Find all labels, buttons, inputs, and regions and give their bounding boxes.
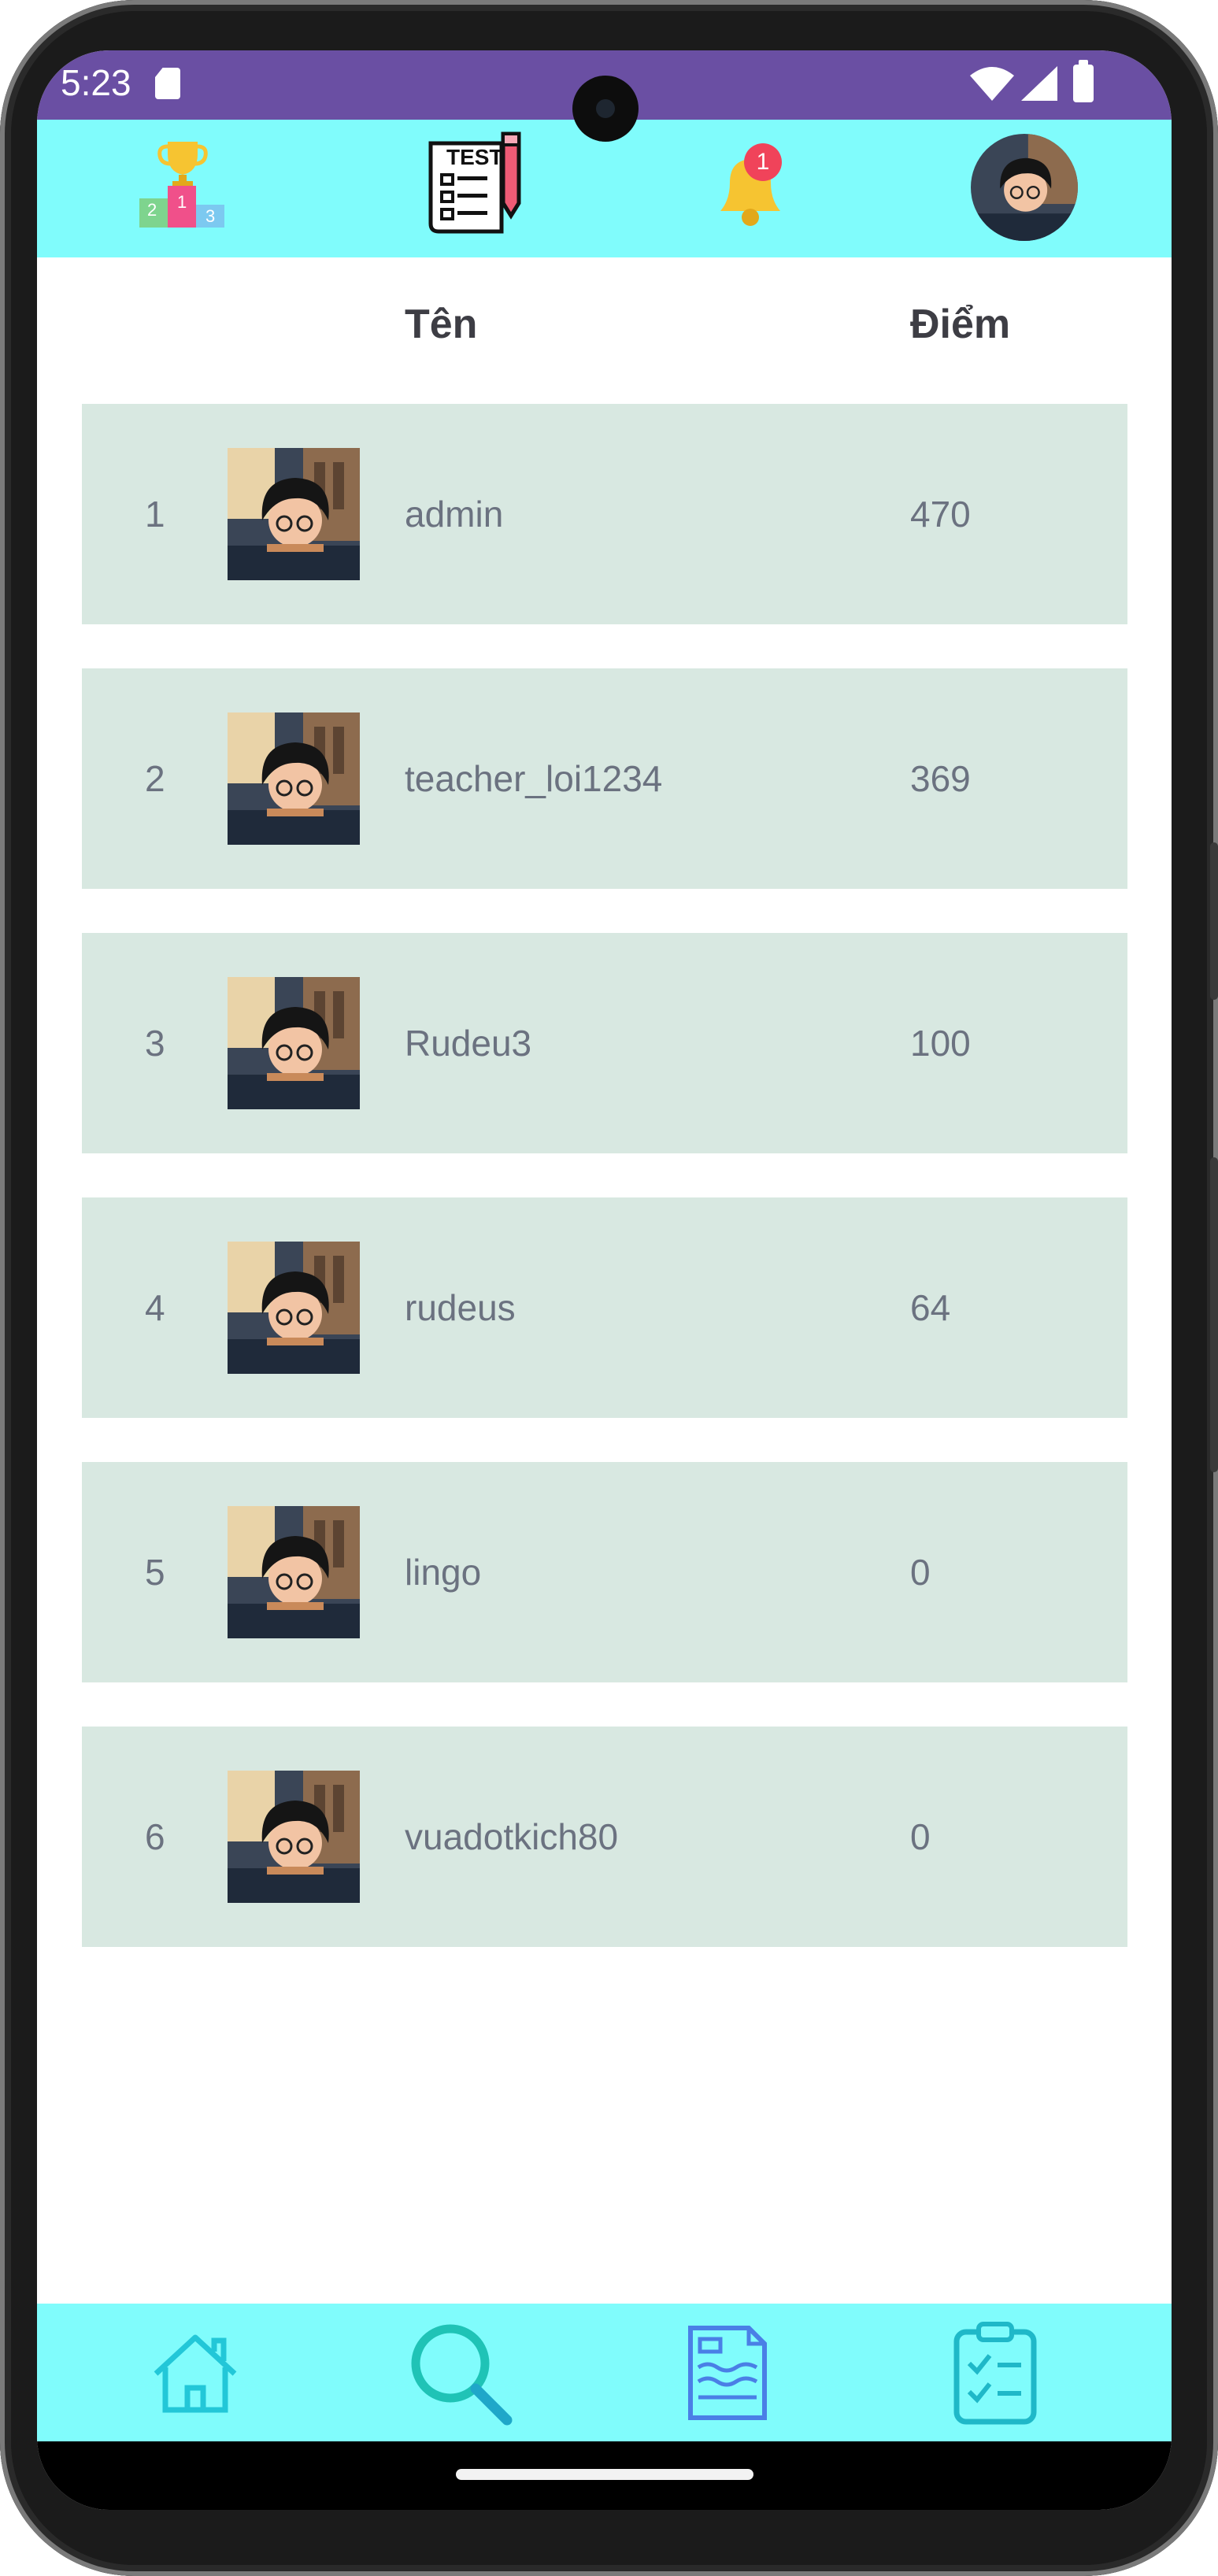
nav-documents[interactable] bbox=[649, 2304, 806, 2441]
clipboard-checklist-icon bbox=[953, 2321, 1037, 2424]
wifi-icon bbox=[970, 67, 1014, 101]
test-list-icon[interactable]: TEST bbox=[415, 131, 533, 241]
leaderboard-podium-icon[interactable]: 2 1 3 bbox=[139, 137, 226, 228]
header-name: Tên bbox=[405, 302, 478, 347]
nav-tasks[interactable] bbox=[916, 2304, 1074, 2441]
leaderboard-row[interactable]: 5 lingo 0 bbox=[82, 1462, 1127, 1682]
row-score: 369 bbox=[910, 758, 971, 799]
nav-home[interactable] bbox=[117, 2304, 274, 2441]
avatar-image bbox=[228, 712, 360, 845]
notification-badge: 1 bbox=[744, 143, 782, 181]
leaderboard-row[interactable]: 3 Rudeu3 100 bbox=[82, 933, 1127, 1153]
leaderboard-row[interactable]: 1 admin 470 bbox=[82, 404, 1127, 624]
avatar-image bbox=[228, 1242, 360, 1374]
leaderboard-row[interactable]: 4 rudeus 64 bbox=[82, 1197, 1127, 1418]
row-username: rudeus bbox=[405, 1287, 516, 1328]
test-icon-label: TEST bbox=[446, 145, 503, 169]
podium-label-third: 3 bbox=[205, 206, 216, 226]
podium-label-second: 2 bbox=[147, 200, 157, 220]
search-icon bbox=[411, 2324, 513, 2425]
home-indicator[interactable] bbox=[456, 2469, 753, 2480]
user-avatar bbox=[228, 448, 360, 580]
row-username: lingo bbox=[405, 1552, 482, 1593]
user-avatar bbox=[228, 1242, 360, 1374]
avatar-image bbox=[971, 134, 1078, 241]
row-username: vuadotkich80 bbox=[405, 1816, 619, 1857]
row-rank: 2 bbox=[145, 758, 165, 799]
app-screen: 5:23 2 1 3 TEST 1 Tên Điểm 1 admin 470 2… bbox=[37, 50, 1172, 2510]
row-username: teacher_loi1234 bbox=[405, 758, 663, 799]
row-score: 0 bbox=[910, 1816, 931, 1857]
user-avatar bbox=[228, 977, 360, 1109]
header-score: Điểm bbox=[910, 302, 1011, 347]
row-score: 0 bbox=[910, 1552, 931, 1593]
avatar-image bbox=[228, 977, 360, 1109]
status-time: 5:23 bbox=[61, 62, 131, 103]
sd-card-icon bbox=[155, 68, 180, 99]
row-rank: 3 bbox=[145, 1023, 165, 1064]
power-button bbox=[1210, 1157, 1218, 1472]
battery-icon bbox=[1073, 60, 1094, 102]
signal-icon bbox=[1021, 66, 1057, 101]
leaderboard-row[interactable]: 2 teacher_loi1234 369 bbox=[82, 668, 1127, 889]
row-rank: 6 bbox=[145, 1816, 165, 1857]
user-avatar bbox=[228, 1771, 360, 1903]
profile-avatar[interactable] bbox=[971, 134, 1078, 241]
row-rank: 5 bbox=[145, 1552, 165, 1593]
avatar-image bbox=[228, 1771, 360, 1903]
row-username: admin bbox=[405, 494, 504, 535]
nav-search[interactable] bbox=[381, 2304, 539, 2441]
row-rank: 4 bbox=[145, 1287, 165, 1328]
phone-frame: 5:23 2 1 3 TEST 1 Tên Điểm 1 admin 470 2… bbox=[0, 0, 1218, 2576]
podium-label-first: 1 bbox=[177, 192, 187, 212]
row-username: Rudeu3 bbox=[405, 1023, 532, 1064]
user-avatar bbox=[228, 712, 360, 845]
row-rank: 1 bbox=[145, 494, 165, 535]
bottom-navigation bbox=[37, 2304, 1172, 2441]
home-icon bbox=[154, 2334, 237, 2412]
avatar-image bbox=[228, 1506, 360, 1638]
front-camera bbox=[572, 76, 639, 142]
document-icon bbox=[688, 2325, 767, 2420]
notification-bell-icon[interactable]: 1 bbox=[713, 143, 791, 230]
volume-button bbox=[1210, 842, 1218, 1000]
row-score: 64 bbox=[910, 1287, 951, 1328]
avatar-image bbox=[228, 448, 360, 580]
leaderboard-row[interactable]: 6 vuadotkich80 0 bbox=[82, 1727, 1127, 1947]
row-score: 100 bbox=[910, 1023, 971, 1064]
user-avatar bbox=[228, 1506, 360, 1638]
row-score: 470 bbox=[910, 494, 971, 535]
